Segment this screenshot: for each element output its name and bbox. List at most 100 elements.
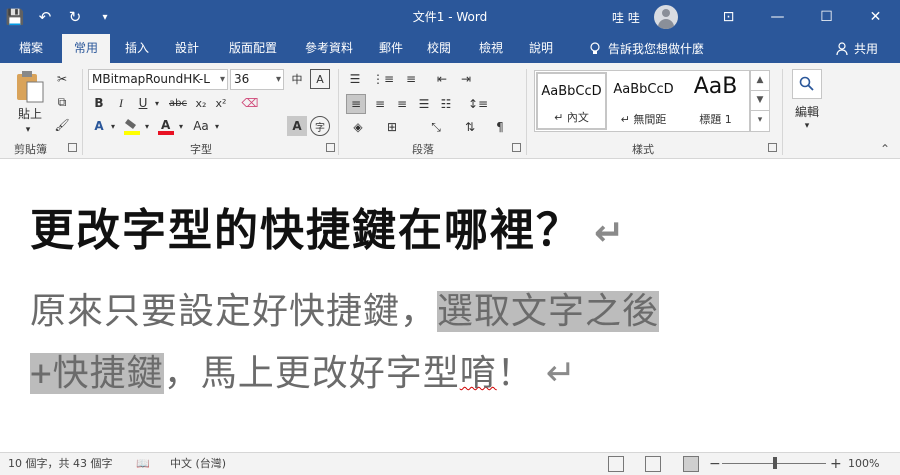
tab-help[interactable]: 說明 <box>520 34 562 63</box>
clipboard-launcher-icon[interactable] <box>68 143 77 152</box>
paste-dropdown-icon[interactable]: ▾ <box>18 123 38 137</box>
proofing-icon[interactable]: 📖 <box>136 453 150 475</box>
show-marks-icon[interactable]: ¶ <box>490 117 510 137</box>
char-border-icon[interactable]: A <box>310 69 330 89</box>
align-left-icon[interactable]: ≡ <box>346 94 366 114</box>
italic-button[interactable]: I <box>112 93 130 113</box>
share-label: 共用 <box>854 42 879 56</box>
asian-layout-icon[interactable]: ⤡ <box>424 117 448 137</box>
minimize-button[interactable]: — <box>753 0 802 34</box>
shading-icon[interactable]: ◈ <box>346 117 370 137</box>
maximize-button[interactable]: ☐ <box>802 0 851 34</box>
numbering-icon[interactable]: ⋮≡ <box>372 69 394 89</box>
quick-access-toolbar: 💾 ↶ ↻ ▾ <box>0 0 120 34</box>
bullets-icon[interactable]: ☰ <box>345 69 365 89</box>
superscript-button[interactable]: x² <box>212 93 230 113</box>
tab-insert[interactable]: 插入 <box>116 34 158 63</box>
text-effects-icon[interactable]: A <box>90 116 108 136</box>
highlight-dropdown-icon[interactable]: ▾ <box>142 116 152 136</box>
text-effects-dropdown-icon[interactable]: ▾ <box>108 116 118 136</box>
tab-mailings[interactable]: 郵件 <box>370 34 412 63</box>
sort-icon[interactable]: ⇅ <box>460 117 480 137</box>
strikethrough-button[interactable]: abc <box>166 93 190 113</box>
font-color-icon[interactable]: A <box>156 116 176 136</box>
redo-icon[interactable]: ↻ <box>60 0 90 34</box>
read-mode-icon[interactable] <box>608 456 624 472</box>
tell-me-box[interactable]: 告訴我您想做什麼 <box>588 34 704 63</box>
distributed-icon[interactable]: ☷ <box>436 94 456 114</box>
phonetic-guide-icon[interactable]: 中 <box>287 69 307 89</box>
ribbon-display-options-icon[interactable]: ⊡ <box>704 0 753 34</box>
paste-button[interactable]: 貼上 <box>8 105 52 121</box>
editing-dropdown-icon[interactable]: ▾ <box>798 119 816 133</box>
tab-review[interactable]: 校閱 <box>418 34 460 63</box>
share-button[interactable]: 共用 <box>836 34 878 63</box>
print-layout-icon[interactable] <box>645 456 661 472</box>
tab-home[interactable]: 常用 <box>62 34 110 63</box>
style-normal[interactable]: AaBbCcD ↵ 內文 <box>536 72 607 130</box>
avatar[interactable] <box>653 5 678 29</box>
more-styles-icon[interactable]: ▾ <box>751 111 769 131</box>
subscript-button[interactable]: x₂ <box>192 93 210 113</box>
change-case-button[interactable]: Aa <box>190 116 212 136</box>
document-body-line[interactable]: 原來只要設定好快捷鍵，選取文字之後 <box>30 282 660 334</box>
document-heading[interactable]: 更改字型的快捷鍵在哪裡？ ↵ <box>30 194 626 258</box>
undo-icon[interactable]: ↶ <box>30 0 60 34</box>
customize-qat-icon[interactable]: ▾ <box>90 0 120 34</box>
style-no-spacing[interactable]: AaBbCcD ↵ 無間距 <box>608 72 679 130</box>
web-layout-icon[interactable] <box>683 456 699 472</box>
decrease-indent-icon[interactable]: ⇤ <box>432 69 452 89</box>
font-name-combo[interactable]: MBitmapRoundHK-L ▾ <box>88 69 228 90</box>
borders-icon[interactable]: ⊞ <box>380 117 404 137</box>
bold-button[interactable]: B <box>90 93 108 113</box>
zoom-out-button[interactable]: − <box>709 453 721 475</box>
font-launcher-icon[interactable] <box>326 143 335 152</box>
zoom-in-button[interactable]: + <box>830 453 842 475</box>
clear-formatting-icon[interactable]: ⌫ <box>240 93 260 113</box>
cut-icon[interactable]: ✂ <box>52 69 72 89</box>
underline-button[interactable]: U <box>134 93 152 113</box>
zoom-level[interactable]: 100% <box>848 453 879 475</box>
paste-icon[interactable] <box>10 67 50 107</box>
copy-icon[interactable]: ⧉ <box>52 92 72 112</box>
align-center-icon[interactable]: ≡ <box>370 94 390 114</box>
zoom-slider-thumb[interactable] <box>773 457 777 469</box>
document-body-line[interactable]: +快捷鍵，馬上更改好字型唷！ ↵ <box>30 344 577 396</box>
save-icon[interactable]: 💾 <box>0 0 30 34</box>
account[interactable]: 哇 哇 <box>612 0 678 34</box>
chevron-down-icon[interactable]: ▾ <box>220 70 225 89</box>
highlight-color-icon[interactable] <box>122 116 142 136</box>
styles-launcher-icon[interactable] <box>768 143 777 152</box>
font-size-combo[interactable]: 36 ▾ <box>230 69 284 90</box>
underline-dropdown-icon[interactable]: ▾ <box>152 93 162 113</box>
chevron-down-icon[interactable]: ▾ <box>276 70 281 89</box>
justify-icon[interactable]: ☰ <box>414 94 434 114</box>
user-name[interactable]: 哇 哇 <box>612 9 640 26</box>
tab-references[interactable]: 參考資料 <box>296 34 362 63</box>
collapse-ribbon-icon[interactable]: ⌃ <box>880 142 890 156</box>
tab-layout[interactable]: 版面配置 <box>220 34 286 63</box>
format-painter-icon[interactable]: 🖌 <box>52 115 72 135</box>
align-right-icon[interactable]: ≡ <box>392 94 412 114</box>
editing-button[interactable]: 編輯 <box>788 103 826 119</box>
document-canvas[interactable]: 更改字型的快捷鍵在哪裡？ ↵ 原來只要設定好快捷鍵，選取文字之後 +快捷鍵，馬上更… <box>0 160 900 452</box>
tab-view[interactable]: 檢視 <box>470 34 512 63</box>
scroll-down-icon[interactable]: ▼ <box>751 91 769 111</box>
word-count[interactable]: 10 個字，共 43 個字 <box>8 453 112 475</box>
tab-design[interactable]: 設計 <box>166 34 208 63</box>
language-status[interactable]: 中文 (台灣) <box>170 453 226 475</box>
enclose-characters-icon[interactable]: 字 <box>310 116 330 136</box>
tab-file[interactable]: 檔案 <box>8 34 54 63</box>
multilevel-list-icon[interactable]: ≡ <box>401 69 421 89</box>
search-icon[interactable] <box>792 69 822 99</box>
scroll-up-icon[interactable]: ▲ <box>751 71 769 91</box>
spelling-error-text[interactable]: 唷 <box>460 353 497 394</box>
close-button[interactable]: ✕ <box>851 0 900 34</box>
increase-indent-icon[interactable]: ⇥ <box>456 69 476 89</box>
style-heading-1[interactable]: AaB 標題 1 <box>680 72 751 130</box>
change-case-dropdown-icon[interactable]: ▾ <box>212 116 222 136</box>
line-spacing-icon[interactable]: ↕≡ <box>466 94 490 114</box>
font-color-dropdown-icon[interactable]: ▾ <box>176 116 186 136</box>
paragraph-launcher-icon[interactable] <box>512 143 521 152</box>
char-shading-icon[interactable]: A <box>287 116 307 136</box>
